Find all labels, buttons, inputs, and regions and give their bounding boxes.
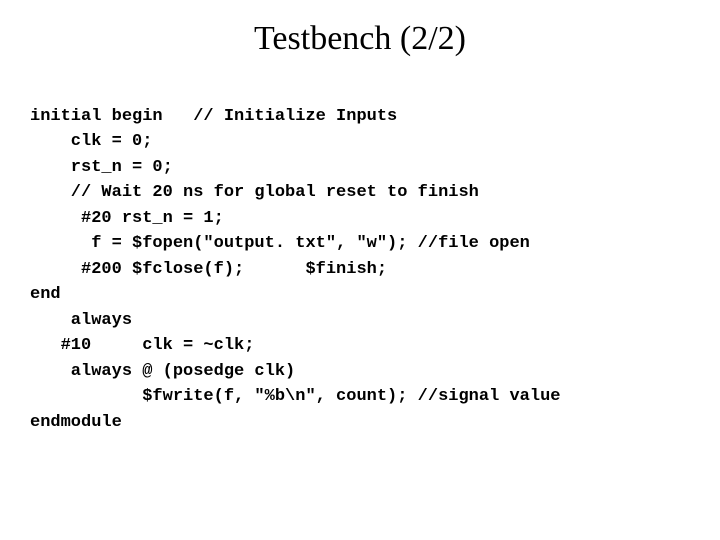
code-line: $fwrite(f, "%b\n", count); //signal valu… (30, 387, 561, 406)
code-line: #20 rst_n = 1; (30, 209, 224, 228)
slide-title: Testbench (2/2) (30, 20, 690, 58)
code-line: always (30, 311, 132, 330)
code-block: initial begin // Initialize Inputs clk =… (30, 78, 690, 435)
code-line: always @ (posedge clk) (30, 362, 295, 381)
code-line: endmodule (30, 413, 122, 432)
code-line: clk = 0; (30, 132, 152, 151)
code-line: initial begin // Initialize Inputs (30, 107, 397, 126)
code-line: f = $fopen("output. txt", "w"); //file o… (30, 234, 530, 253)
code-line: #200 $fclose(f); $finish; (30, 260, 387, 279)
code-line: #10 clk = ~clk; (30, 336, 254, 355)
code-line: end (30, 285, 61, 304)
code-line: rst_n = 0; (30, 158, 173, 177)
code-line: // Wait 20 ns for global reset to finish (30, 183, 479, 202)
